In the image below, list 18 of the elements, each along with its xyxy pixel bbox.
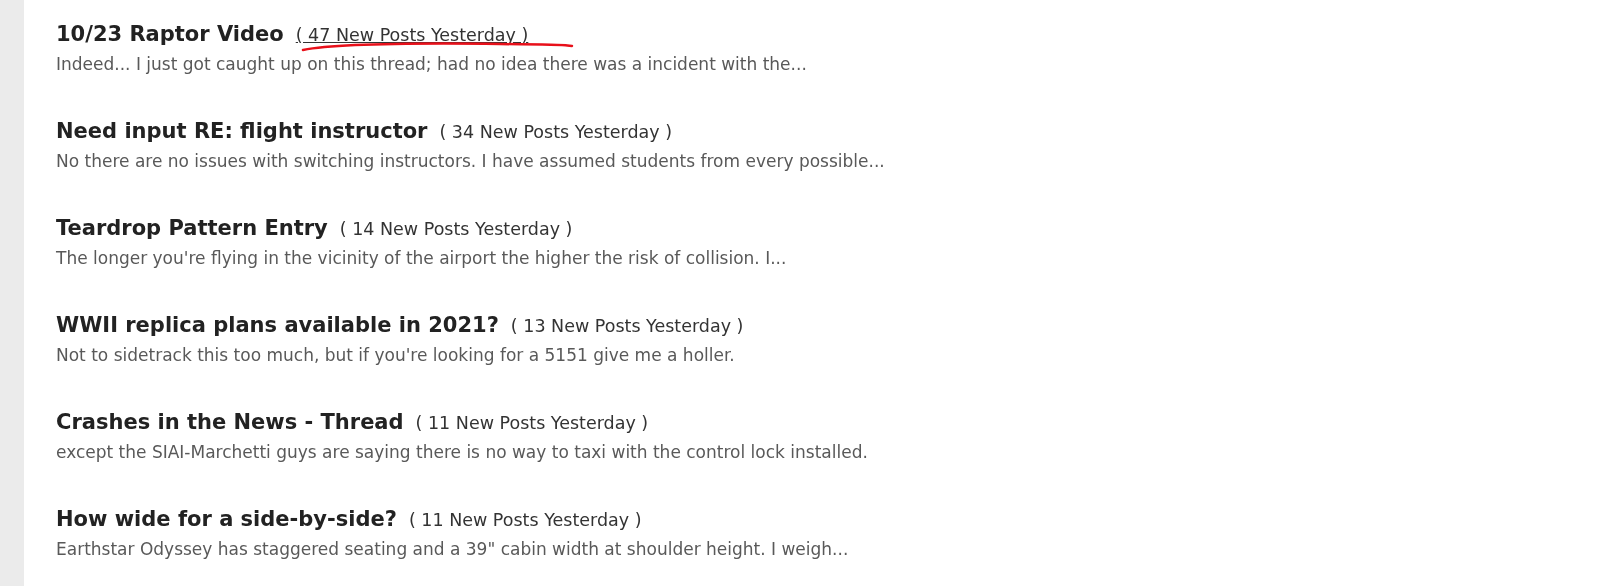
thread-excerpt: The longer you're flying in the vicinity of the airport the higher the risk of collision. I... — [56, 247, 788, 270]
post-count-link[interactable]: ( 34 New Posts Yesterday ) — [439, 118, 673, 146]
thread-title-link[interactable]: Need input RE: flight instructor — [56, 117, 428, 145]
post-count-link[interactable]: ( 13 New Posts Yesterday ) — [510, 312, 744, 340]
thread-title-link[interactable]: WWII replica plans available in 2021? — [56, 311, 499, 339]
thread-title-link[interactable]: How wide for a side-by-side? — [56, 505, 397, 533]
thread-title-link[interactable]: 10/23 Raptor Video — [56, 20, 284, 48]
thread-excerpt: No there are no issues with switching instructors. I have assumed students from every possible... — [56, 150, 885, 173]
thread-title-link[interactable]: Teardrop Pattern Entry — [56, 214, 328, 242]
thread-title-link[interactable]: Crashes in the News - Thread — [56, 408, 404, 436]
thread-excerpt: Not to sidetrack this too much, but if you're looking for a 5151 give me a holler. — [56, 344, 736, 367]
post-count-link[interactable]: ( 14 New Posts Yesterday ) — [339, 215, 573, 243]
post-count-link[interactable]: ( 47 New Posts Yesterday ) — [295, 21, 529, 49]
post-count-link[interactable]: ( 11 New Posts Yesterday ) — [415, 409, 649, 437]
thread-excerpt: Indeed... I just got caught up on this thread; had no idea there was a incident with the... — [56, 53, 808, 76]
thread-excerpt: except the SIAI-Marchetti guys are saying there is no way to taxi with the control lock installed. — [56, 441, 869, 464]
post-count-link[interactable]: ( 11 New Posts Yesterday ) — [408, 506, 642, 534]
thread-excerpt: Earthstar Odyssey has staggered seating and a 39" cabin width at shoulder height. I weigh... — [56, 538, 850, 561]
